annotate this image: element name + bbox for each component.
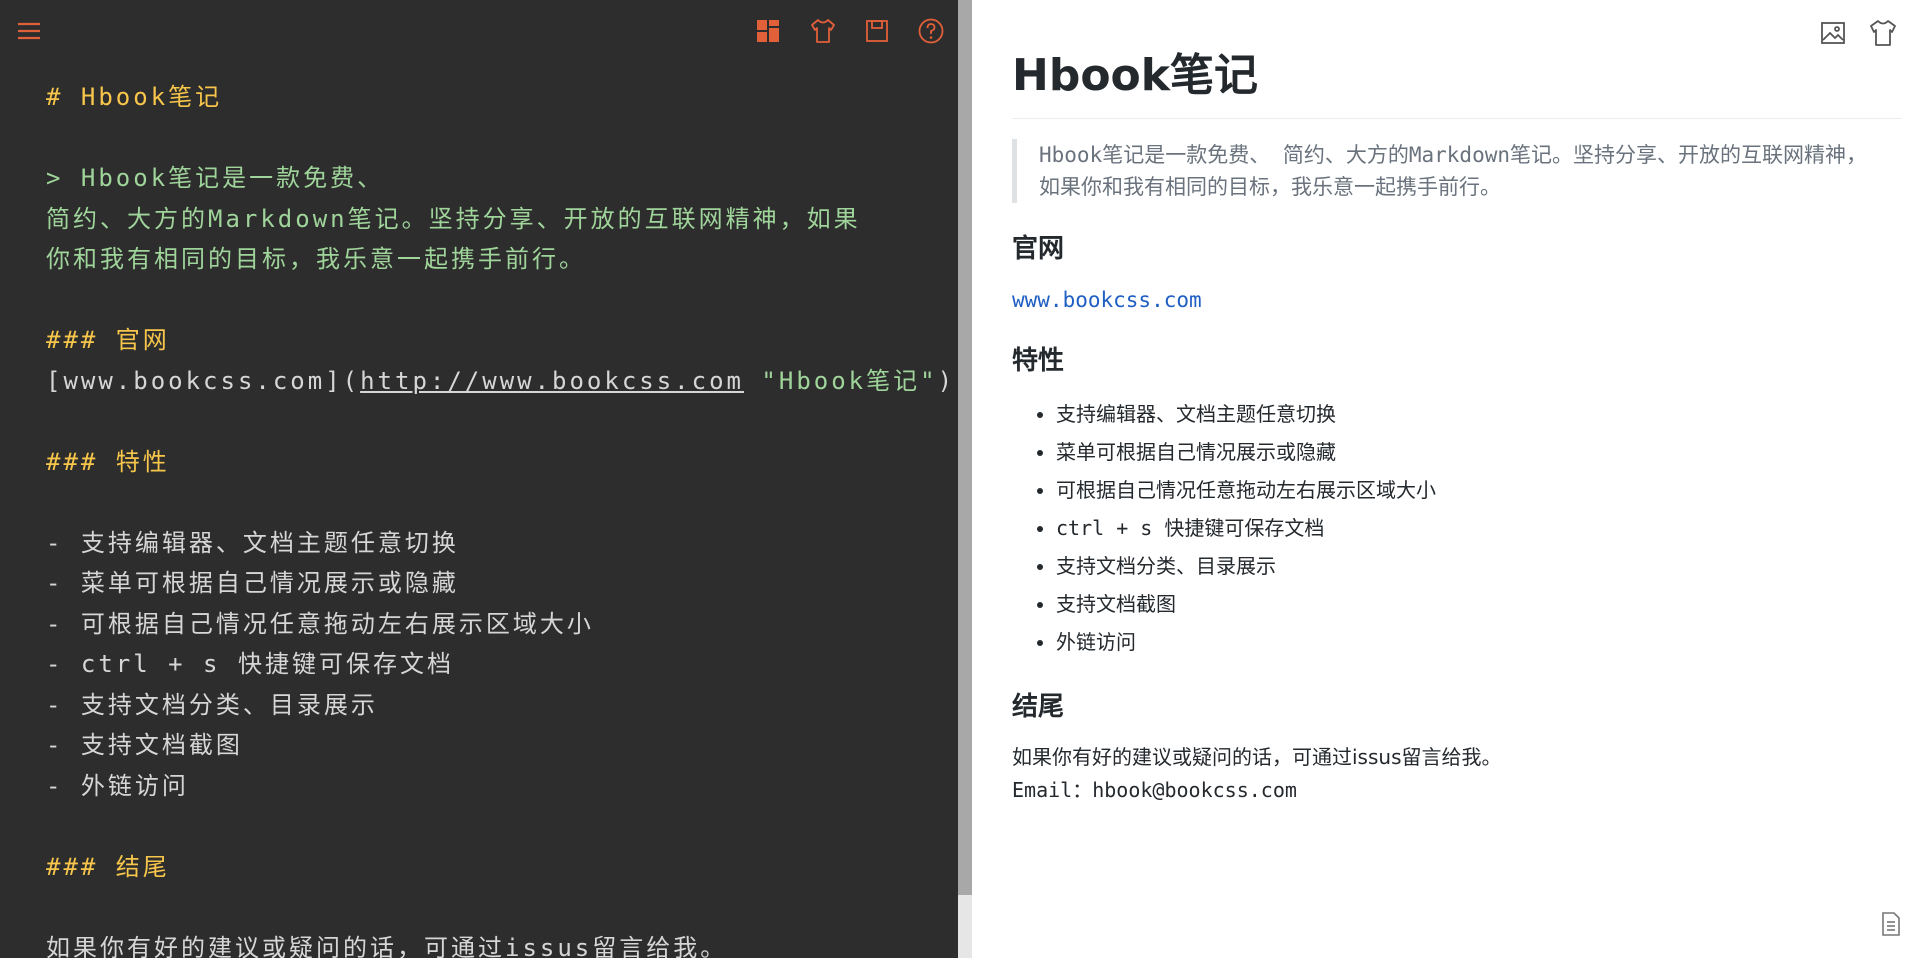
editor-blank-line bbox=[46, 118, 916, 159]
list-item: 外链访问 bbox=[1056, 623, 1902, 661]
editor-line-h3-features: ### 特性 bbox=[46, 447, 170, 476]
editor-line-bullet: - ctrl + s 快捷键可保存文档 bbox=[46, 650, 454, 678]
list-item: 菜单可根据自己情况展示或隐藏 bbox=[1056, 433, 1902, 471]
editor-line-link: [www.bookcss.com](http://www.bookcss.com… bbox=[46, 361, 952, 402]
list-item: 支持编辑器、文档主题任意切换 bbox=[1056, 395, 1902, 433]
preview-email-line: Email：hbook@bookcss.com bbox=[1012, 774, 1902, 807]
preview-content: Hbook笔记 Hbook笔记是一款免费、 简约、大方的Markdown笔记。坚… bbox=[1012, 44, 1902, 807]
preview-title: Hbook笔记 bbox=[1012, 44, 1902, 119]
list-item: 可根据自己情况任意拖动左右展示区域大小 bbox=[1056, 471, 1902, 509]
editor-line-bullet: - 支持文档截图 bbox=[46, 731, 243, 759]
email-value: hbook@bookcss.com bbox=[1092, 778, 1297, 802]
help-icon[interactable] bbox=[916, 16, 946, 46]
editor-toolbar bbox=[0, 0, 958, 64]
markdown-preview-pane: Hbook笔记 Hbook笔记是一款免费、 简约、大方的Markdown笔记。坚… bbox=[972, 0, 1920, 958]
editor-blank-line bbox=[46, 887, 916, 928]
document-icon[interactable] bbox=[1880, 910, 1902, 938]
editor-line-h1: # Hbook笔记 bbox=[46, 83, 223, 111]
markdown-editor-pane[interactable]: # Hbook笔记 > Hbook笔记是一款免费、 简约、大方的Markdown… bbox=[0, 0, 958, 958]
list-item: 支持文档分类、目录展示 bbox=[1056, 547, 1902, 585]
layout-icon[interactable] bbox=[753, 16, 783, 46]
editor-link-url[interactable]: http://www.bookcss.com bbox=[360, 367, 744, 395]
editor-line-h3-end: ### 结尾 bbox=[46, 852, 170, 881]
editor-line-quote-1: > Hbook笔记是一款免费、 bbox=[46, 164, 385, 192]
editor-link-title: "Hbook笔记" bbox=[743, 366, 938, 395]
preview-heading-end: 结尾 bbox=[1012, 692, 1065, 722]
preview-site-link[interactable]: www.bookcss.com bbox=[1012, 285, 1902, 315]
pane-resize-handle-lower bbox=[958, 895, 972, 958]
theme-shirt-icon[interactable] bbox=[808, 16, 838, 46]
editor-text-area[interactable]: # Hbook笔记 > Hbook笔记是一款免费、 简约、大方的Markdown… bbox=[46, 77, 952, 958]
editor-blank-line bbox=[46, 482, 916, 523]
editor-link-text: [www.bookcss.com]( bbox=[46, 366, 361, 395]
editor-line-bullet: - 支持文档分类、目录展示 bbox=[46, 690, 378, 719]
preview-feature-list: 支持编辑器、文档主题任意切换 菜单可根据自己情况展示或隐藏 可根据自己情况任意拖… bbox=[1012, 395, 1902, 661]
editor-line-bullet: - 支持编辑器、文档主题任意切换 bbox=[46, 528, 459, 557]
list-item: ctrl + s 快捷键可保存文档 bbox=[1056, 509, 1902, 547]
editor-line-quote-3: 你和我有相同的目标，我乐意一起携手前行。 bbox=[46, 245, 586, 273]
preview-heading-features: 特性 bbox=[1012, 346, 1065, 376]
preview-blockquote: Hbook笔记是一款免费、 简约、大方的Markdown笔记。坚持分享、开放的互… bbox=[1012, 139, 1899, 203]
preview-end-text: 如果你有好的建议或疑问的话，可通过issus留言给我。 bbox=[1012, 745, 1502, 769]
editor-line-bullet: - 外链访问 bbox=[46, 771, 189, 800]
editor-line-quote-2: 简约、大方的Markdown笔记。坚持分享、开放的互联网精神，如果 bbox=[46, 204, 861, 233]
editor-line-bullet: - 菜单可根据自己情况展示或隐藏 bbox=[46, 569, 459, 597]
editor-line-bullet: - 可根据自己情况任意拖动左右展示区域大小 bbox=[46, 609, 594, 638]
save-icon[interactable] bbox=[862, 16, 892, 46]
editor-line-end-text: 如果你有好的建议或疑问的话，可通过issus留言给我。 bbox=[46, 933, 728, 958]
editor-link-close: ) bbox=[937, 366, 956, 395]
preview-heading-site: 官网 bbox=[1012, 234, 1065, 264]
pane-resize-handle[interactable] bbox=[958, 0, 972, 958]
menu-icon[interactable] bbox=[14, 16, 44, 46]
editor-blank-line bbox=[46, 401, 916, 442]
editor-blank-line bbox=[46, 806, 916, 847]
editor-line-h3-site: ### 官网 bbox=[46, 326, 170, 354]
preview-end-paragraph: 如果你有好的建议或疑问的话，可通过issus留言给我。 Email：hbook@… bbox=[1012, 741, 1902, 807]
email-label: Email： bbox=[1012, 778, 1093, 802]
list-item: 支持文档截图 bbox=[1056, 585, 1902, 623]
editor-blank-line bbox=[46, 280, 916, 321]
